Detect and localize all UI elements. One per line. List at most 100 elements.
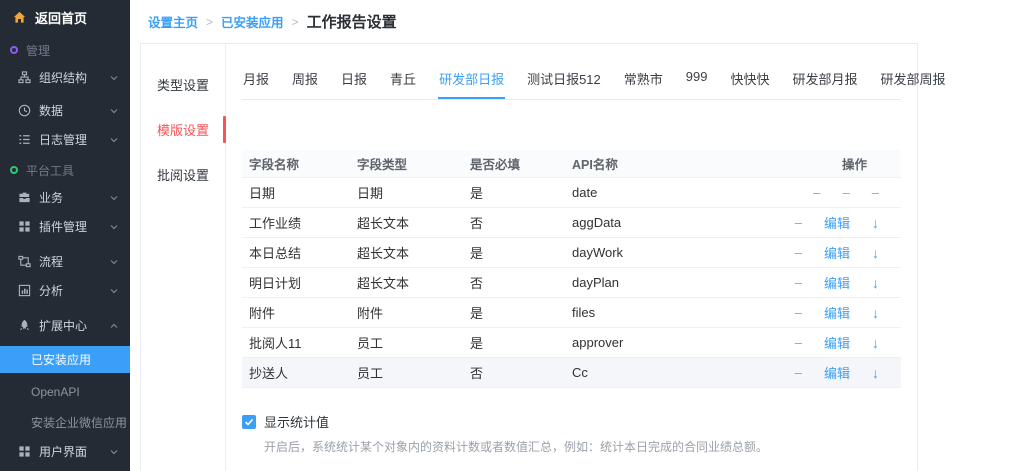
move-down-icon[interactable]: ↓	[872, 335, 879, 351]
sidebar-item-ui[interactable]: 用户界面	[0, 437, 130, 466]
col-header-required: 是否必填	[462, 154, 564, 173]
table-row: 日期 日期 是 date – – –	[242, 178, 901, 208]
sidebar-item-log[interactable]: 日志管理	[0, 125, 130, 154]
field-type: 超长文本	[349, 213, 462, 232]
action-placeholder: –	[843, 185, 850, 200]
move-down-icon[interactable]: ↓	[872, 245, 879, 261]
field-required: 是	[462, 183, 564, 202]
breadcrumb-separator: >	[292, 15, 299, 29]
sidebar-item-business[interactable]: 业务	[0, 183, 130, 212]
field-type: 员工	[349, 363, 462, 382]
field-type: 超长文本	[349, 243, 462, 262]
move-down-icon[interactable]: ↓	[872, 365, 879, 381]
sidebar-item-ui-label: 用户界面	[39, 443, 102, 460]
section-admin: 管理	[0, 37, 130, 63]
move-down-icon[interactable]: ↓	[872, 275, 879, 291]
sidebar-item-extension-label: 扩展中心	[39, 317, 102, 334]
field-required: 是	[462, 333, 564, 352]
edit-button[interactable]: 编辑	[824, 333, 850, 352]
tab-qingqiu[interactable]: 青丘	[389, 60, 417, 99]
sidebar-item-flow-label: 流程	[39, 253, 102, 270]
chevron-down-icon	[110, 287, 118, 295]
nav-review-settings[interactable]: 批阅设置	[141, 152, 225, 197]
field-type: 员工	[349, 333, 462, 352]
sidebar-subitem-openapi-label: OpenAPI	[31, 385, 80, 399]
edit-button[interactable]: 编辑	[824, 363, 850, 382]
field-required: 是	[462, 303, 564, 322]
page-title: 工作报告设置	[307, 11, 397, 32]
ui-grid-icon	[18, 445, 31, 458]
field-name: 工作业绩	[242, 213, 349, 232]
chevron-down-icon	[110, 223, 118, 231]
field-name: 日期	[242, 183, 349, 202]
nav-template-settings[interactable]: 模版设置	[141, 107, 225, 152]
admin-dot-icon	[10, 46, 18, 54]
move-down-icon[interactable]: ↓	[872, 305, 879, 321]
col-header-field-name: 字段名称	[242, 154, 349, 173]
template-settings-content: 月报 周报 日报 青丘 研发部日报 测试日报512 常熟市 999 快快快 研发…	[226, 44, 917, 471]
sidebar-item-flow[interactable]: 流程	[0, 247, 130, 276]
row-actions: – 编辑 ↓	[776, 363, 901, 382]
breadcrumb-installed-apps[interactable]: 已安装应用	[221, 12, 284, 31]
check-icon	[244, 417, 254, 427]
platform-dot-icon	[10, 166, 18, 174]
tab-999[interactable]: 999	[685, 60, 709, 99]
clock-icon	[18, 104, 31, 117]
tab-weekly[interactable]: 周报	[291, 60, 319, 99]
back-to-home[interactable]: 返回首页	[0, 0, 130, 34]
move-down-icon[interactable]: ↓	[872, 215, 879, 231]
sidebar-item-analysis[interactable]: 分析	[0, 276, 130, 305]
breadcrumb: 设置主页 > 已安装应用 > 工作报告设置	[130, 0, 1024, 43]
table-row: 抄送人 员工 否 Cc – 编辑 ↓	[242, 358, 901, 388]
field-name: 批阅人11	[242, 333, 349, 352]
tab-rd-monthly[interactable]: 研发部月报	[792, 60, 859, 99]
show-stats-description: 开启后，系统统计某个对象内的资料计数或者数值汇总，例如：统计本日完成的合同业绩总…	[264, 438, 901, 455]
field-type: 日期	[349, 183, 462, 202]
sidebar-subitem-installed-apps[interactable]: 已安装应用	[0, 346, 130, 373]
action-placeholder: –	[795, 335, 802, 350]
back-to-home-label: 返回首页	[35, 8, 87, 27]
sidebar-item-extension[interactable]: 扩展中心	[0, 311, 130, 340]
col-header-field-type: 字段类型	[349, 154, 462, 173]
edit-button[interactable]: 编辑	[824, 243, 850, 262]
rocket-icon	[18, 319, 31, 332]
fields-table: 字段名称 字段类型 是否必填 API名称 操作 日期 日期 是 date – –…	[242, 150, 901, 388]
chevron-down-icon	[110, 74, 118, 82]
nav-type-settings[interactable]: 类型设置	[141, 62, 225, 107]
tab-rd-daily[interactable]: 研发部日报	[438, 60, 505, 99]
row-actions: – 编辑 ↓	[776, 303, 901, 322]
sidebar-subitem-install-wechat[interactable]: 安装企业微信应用	[0, 407, 130, 437]
chevron-down-icon	[110, 107, 118, 115]
show-stats-checkbox[interactable]	[242, 415, 256, 429]
tab-changshu[interactable]: 常熟市	[623, 60, 664, 99]
tab-monthly[interactable]: 月报	[242, 60, 270, 99]
action-placeholder: –	[795, 305, 802, 320]
sidebar-item-plugin[interactable]: 插件管理	[0, 212, 130, 241]
sidebar-subitem-installed-apps-label: 已安装应用	[31, 351, 91, 368]
field-type: 附件	[349, 303, 462, 322]
tab-test-daily-512[interactable]: 测试日报512	[526, 60, 602, 99]
home-icon	[13, 11, 26, 24]
field-type: 超长文本	[349, 273, 462, 292]
tab-rd-weekly[interactable]: 研发部周报	[880, 60, 947, 99]
edit-button[interactable]: 编辑	[824, 303, 850, 322]
sidebar-item-org[interactable]: 组织结构	[0, 63, 130, 92]
row-actions: – 编辑 ↓	[776, 333, 901, 352]
action-placeholder: –	[813, 185, 820, 200]
chevron-down-icon	[110, 194, 118, 202]
sidebar-item-data[interactable]: 数据	[0, 96, 130, 125]
edit-button[interactable]: 编辑	[824, 273, 850, 292]
sidebar-subitem-install-wechat-label: 安装企业微信应用	[31, 414, 127, 431]
tab-daily[interactable]: 日报	[340, 60, 368, 99]
row-actions: – 编辑 ↓	[776, 243, 901, 262]
action-placeholder: –	[795, 245, 802, 260]
briefcase-icon	[18, 191, 31, 204]
sidebar-item-org-label: 组织结构	[39, 69, 102, 86]
field-name: 附件	[242, 303, 349, 322]
sidebar: 返回首页 管理 组织结构 数据 日志管理 平台工具 业务 插件管理 流程	[0, 0, 130, 471]
sidebar-subitem-openapi[interactable]: OpenAPI	[0, 377, 130, 407]
row-actions: – 编辑 ↓	[776, 213, 901, 232]
breadcrumb-settings-home[interactable]: 设置主页	[148, 12, 198, 31]
tab-kuaikuaikuai[interactable]: 快快快	[730, 60, 771, 99]
edit-button[interactable]: 编辑	[824, 213, 850, 232]
